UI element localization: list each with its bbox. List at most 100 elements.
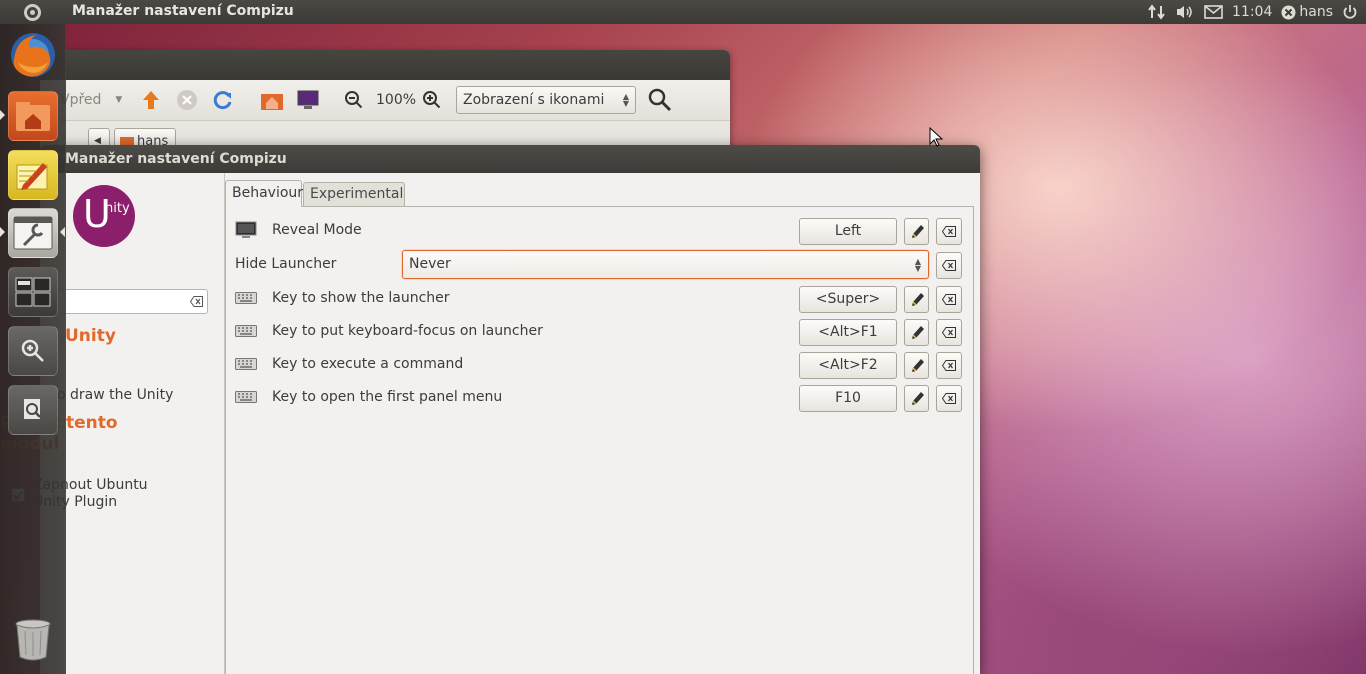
running-indicator: [0, 110, 5, 120]
forward-button[interactable]: Vpřed ▼: [60, 88, 122, 112]
launcher-item-trash[interactable]: [8, 614, 58, 664]
monitor-icon: [235, 221, 257, 238]
edit-button[interactable]: [904, 286, 929, 313]
setting-label: Reveal Mode: [272, 222, 362, 238]
zoom-icon: [21, 339, 44, 362]
pencil-icon: [911, 325, 924, 339]
launcher-item-text-editor[interactable]: [8, 150, 58, 200]
computer-icon: [297, 90, 319, 109]
launcher-item-ccsm[interactable]: [8, 208, 58, 258]
network-icon[interactable]: [1148, 4, 1166, 20]
home-folder-icon: [261, 94, 283, 110]
launcher-item-search-files[interactable]: [8, 385, 58, 435]
search-files-icon: [24, 399, 41, 419]
workspace-switcher-icon: [15, 277, 51, 307]
top-panel: Manažer nastavení Compizu 11:04 hans: [0, 0, 1366, 24]
setting-label: Key to open the first panel menu: [272, 389, 503, 405]
key-value-button[interactable]: F10: [799, 385, 897, 412]
reset-button[interactable]: [936, 218, 962, 245]
hide-launcher-value: Never: [409, 256, 451, 272]
key-value-button[interactable]: <Super>: [799, 286, 897, 313]
firefox-icon: [11, 33, 55, 77]
setting-label: Key to execute a command: [272, 356, 464, 372]
stop-button[interactable]: [176, 88, 198, 112]
user-name: hans: [1299, 4, 1333, 20]
clock-indicator[interactable]: 11:04: [1232, 4, 1272, 20]
key-value-button[interactable]: <Alt>F2: [799, 352, 897, 379]
home-folder-icon: [16, 102, 50, 131]
user-indicator[interactable]: hans: [1281, 4, 1333, 20]
spin-arrows-icon: ▲ ▼: [622, 92, 629, 108]
reset-button[interactable]: [936, 385, 962, 412]
file-manager-window: Vpřed ▼ 100% Zobrazení s ikonami ▲ ▼ ◀ h…: [40, 50, 730, 160]
ccsm-window: Manažer nastavení Compizu U nity Unity o…: [0, 145, 980, 674]
file-manager-titlebar[interactable]: [40, 50, 730, 80]
clear-icon[interactable]: [190, 296, 203, 307]
pencil-icon: [911, 224, 924, 238]
reset-button[interactable]: [936, 252, 962, 279]
indicator-area: 11:04 hans: [1148, 0, 1358, 24]
setting-row-key-show-launcher: Key to show the launcher <Super>: [226, 283, 975, 316]
zoom-out-icon: [345, 91, 363, 109]
setting-row-key-panel-menu: Key to open the first panel menu F10: [226, 382, 975, 415]
search-button[interactable]: [648, 88, 672, 112]
launcher-item-firefox[interactable]: [8, 30, 58, 80]
zoom-level: 100%: [376, 92, 417, 108]
mouse-pointer-icon: [929, 127, 943, 147]
edit-button[interactable]: [904, 218, 929, 245]
hide-launcher-select[interactable]: Never ▲ ▼: [402, 250, 929, 279]
ubuntu-logo-icon: [24, 3, 41, 21]
setting-row-reveal-mode: Reveal Mode Left: [226, 215, 975, 248]
launcher-item-workspace-switcher[interactable]: [8, 267, 58, 317]
edit-button[interactable]: [904, 319, 929, 346]
mail-icon[interactable]: [1204, 5, 1223, 19]
up-button[interactable]: [140, 88, 162, 112]
volume-icon[interactable]: [1175, 4, 1195, 20]
setting-row-key-focus-launcher: Key to put keyboard-focus on launcher <A…: [226, 316, 975, 349]
clear-icon: [942, 327, 956, 338]
chevron-down-icon: ▼: [115, 95, 123, 105]
setting-row-key-execute-command: Key to execute a command <Alt>F2: [226, 349, 975, 382]
zoom-in-button[interactable]: [422, 88, 442, 112]
view-mode-select[interactable]: Zobrazení s ikonami ▲ ▼: [456, 86, 636, 114]
clock-text: 11:04: [1232, 4, 1273, 20]
search-icon: [648, 88, 672, 112]
dash-home-button[interactable]: [0, 0, 65, 24]
keyboard-icon: [235, 358, 257, 370]
reveal-mode-value-button[interactable]: Left: [799, 218, 897, 245]
pencil-icon: [911, 391, 924, 405]
forward-label: Vpřed: [60, 92, 102, 108]
clear-icon: [942, 226, 956, 237]
window-title[interactable]: Manažer nastavení Compizu: [40, 145, 980, 173]
logo-nity: nity: [105, 201, 130, 216]
tab-experimental[interactable]: Experimental: [303, 182, 405, 206]
power-icon[interactable]: [1342, 4, 1358, 20]
launcher-item-home-folder[interactable]: [8, 91, 58, 141]
key-value-button[interactable]: <Alt>F1: [799, 319, 897, 346]
keyboard-icon: [235, 292, 257, 304]
edit-button[interactable]: [904, 352, 929, 379]
launcher-item-zoom[interactable]: [8, 326, 58, 376]
clear-icon: [942, 393, 956, 404]
ccsm-icon: [13, 216, 53, 250]
up-arrow-icon: [143, 91, 159, 109]
zoom-out-button[interactable]: [344, 88, 364, 112]
file-manager-toolbar: Vpřed ▼ 100% Zobrazení s ikonami ▲ ▼: [40, 80, 730, 120]
app-title: Manažer nastavení Compizu: [72, 3, 294, 19]
reload-button[interactable]: [212, 88, 234, 112]
computer-button[interactable]: [296, 88, 320, 112]
launcher: [0, 24, 66, 674]
unity-logo: U nity: [73, 185, 135, 247]
home-button[interactable]: [260, 88, 284, 112]
trash-icon: [15, 619, 51, 661]
pencil-icon: [911, 358, 924, 372]
behaviour-tab-page: Reveal Mode Left Hide Launcher Never ▲ ▼ …: [225, 206, 974, 674]
spin-arrows-icon: ▲ ▼: [914, 257, 921, 273]
edit-button[interactable]: [904, 385, 929, 412]
zoom-in-icon: [423, 91, 441, 109]
stop-icon: [177, 90, 197, 110]
reset-button[interactable]: [936, 352, 962, 379]
reset-button[interactable]: [936, 286, 962, 313]
reset-button[interactable]: [936, 319, 962, 346]
tab-behaviour[interactable]: Behaviour: [225, 180, 303, 207]
